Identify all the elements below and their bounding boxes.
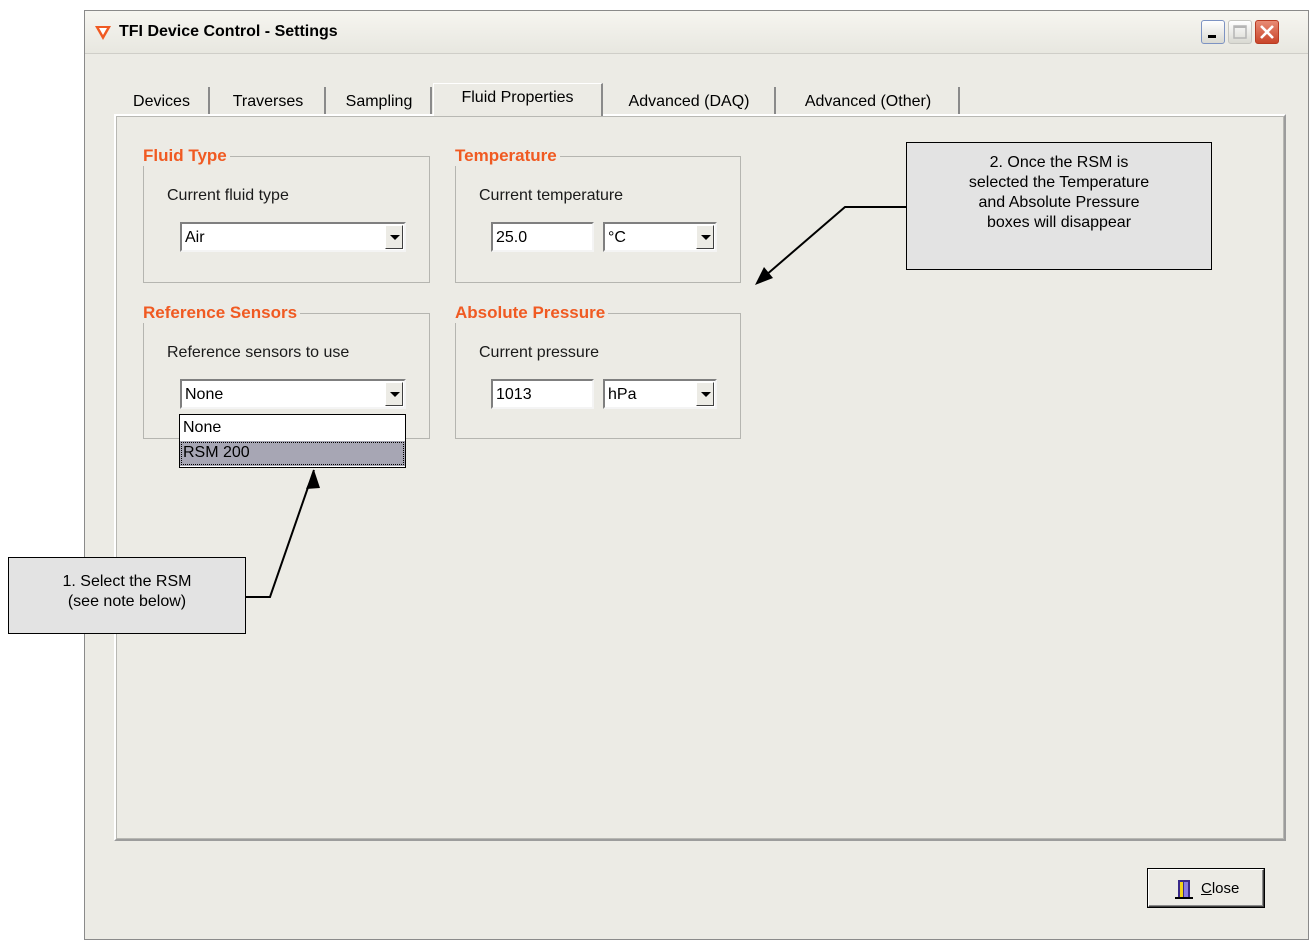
callout-step2-line3: and Absolute Pressure	[978, 194, 1140, 211]
callout-step2-line4: boxes will disappear	[986, 214, 1132, 231]
callout-step1-line1: 1. Select the RSM	[62, 573, 192, 590]
callout-step2-line2: selected the Temperature	[968, 174, 1150, 191]
arrow-step2-head	[755, 267, 773, 285]
callout-step1: 1. Select the RSM (see note below)	[8, 557, 246, 634]
callout-step1-line2: (see note below)	[67, 593, 187, 610]
callout-step2: 2. Once the RSM is selected the Temperat…	[906, 142, 1212, 270]
arrow-step1	[246, 469, 315, 598]
arrow-step1-head	[306, 470, 320, 489]
callout-step2-line1: 2. Once the RSM is	[989, 154, 1129, 171]
callout-arrows	[246, 206, 906, 598]
arrow-step2	[757, 206, 906, 283]
